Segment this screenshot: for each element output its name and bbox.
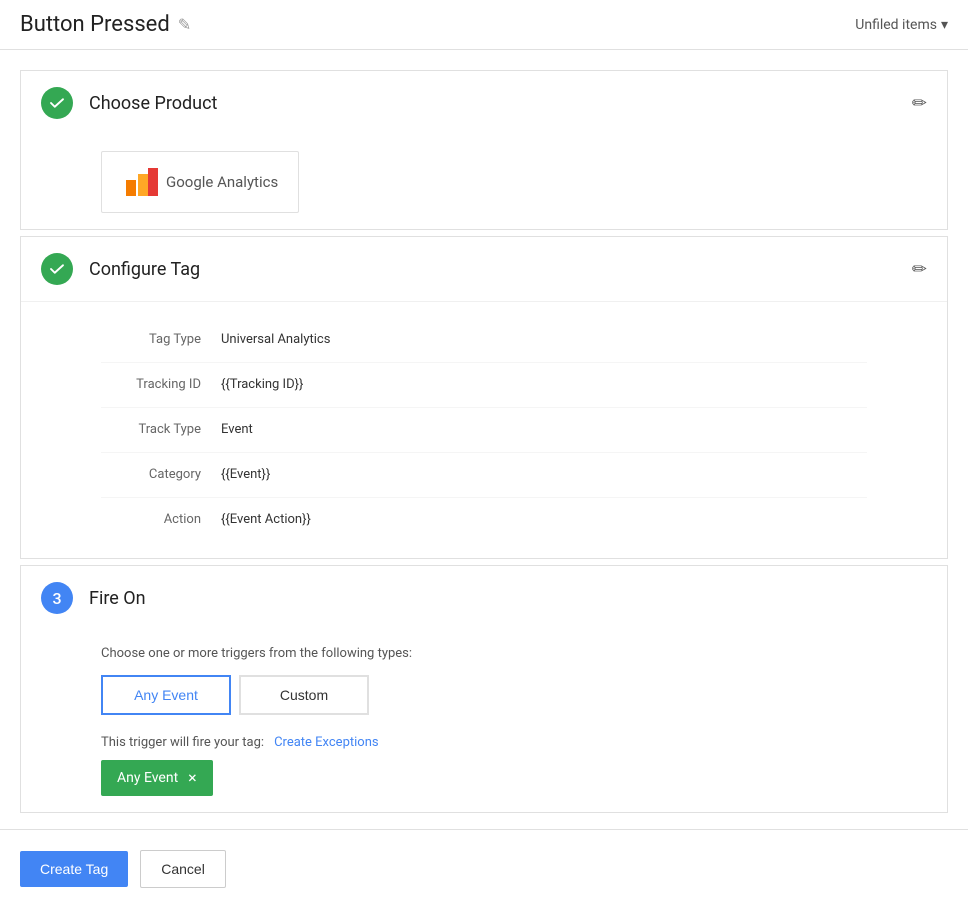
config-label-tracking-id: Tracking ID (101, 373, 221, 397)
config-value-category: {{Event}} (221, 463, 270, 487)
google-analytics-product-card: Google Analytics (101, 151, 299, 213)
badge-close-icon[interactable]: × (188, 770, 197, 786)
title-edit-icon[interactable]: ✎ (178, 15, 191, 34)
config-label-tag-type: Tag Type (101, 328, 221, 352)
choose-product-title: Choose Product (89, 93, 927, 114)
step3-number-text: 3 (52, 589, 61, 608)
ga-logo-icon (122, 164, 158, 200)
step2-check-icon (41, 253, 73, 285)
config-value-action: {{Event Action}} (221, 508, 311, 532)
trigger-buttons-group: Any Event Custom (101, 675, 867, 715)
top-bar: Button Pressed ✎ Unfiled items ▾ (0, 0, 968, 50)
choose-product-header: Choose Product ✏ (21, 71, 947, 135)
config-row-track-type: Track Type Event (101, 408, 867, 453)
chevron-down-icon: ▾ (941, 17, 948, 33)
create-tag-button[interactable]: Create Tag (20, 851, 128, 887)
configure-tag-title: Configure Tag (89, 259, 927, 280)
fire-on-body: Choose one or more triggers from the fol… (21, 630, 947, 812)
configure-tag-body: Tag Type Universal Analytics Tracking ID… (21, 302, 947, 558)
config-row-category: Category {{Event}} (101, 453, 867, 498)
config-label-category: Category (101, 463, 221, 487)
step3-number-icon: 3 (41, 582, 73, 614)
ga-google-text: Google (166, 173, 217, 191)
choose-product-edit-icon[interactable]: ✏ (912, 93, 927, 114)
trigger-will-fire-row: This trigger will fire your tag: Create … (101, 735, 867, 750)
config-value-tag-type: Universal Analytics (221, 328, 330, 352)
trigger-will-fire-label: This trigger will fire your tag: (101, 735, 264, 750)
choose-product-section: Choose Product ✏ (20, 70, 948, 230)
create-exceptions-link[interactable]: Create Exceptions (274, 735, 379, 750)
ga-analytics-text: Analytics (217, 173, 278, 191)
sections-wrapper: Choose Product ✏ (0, 70, 968, 813)
config-label-action: Action (101, 508, 221, 532)
config-row-action: Action {{Event Action}} (101, 498, 867, 542)
config-value-tracking-id: {{Tracking ID}} (221, 373, 303, 397)
fire-on-title: Fire On (89, 588, 927, 609)
config-label-track-type: Track Type (101, 418, 221, 442)
title-text: Button Pressed (20, 12, 170, 37)
cancel-button[interactable]: Cancel (140, 850, 226, 888)
configure-tag-header: Configure Tag ✏ (21, 237, 947, 302)
any-event-badge-label: Any Event (117, 770, 178, 786)
step1-check-icon (41, 87, 73, 119)
page-wrapper: Button Pressed ✎ Unfiled items ▾ Choose … (0, 0, 968, 908)
configure-tag-edit-icon[interactable]: ✏ (912, 259, 927, 280)
unfiled-label: Unfiled items (855, 17, 937, 33)
config-value-track-type: Event (221, 418, 253, 442)
config-row-tracking-id: Tracking ID {{Tracking ID}} (101, 363, 867, 408)
config-row-tag-type: Tag Type Universal Analytics (101, 318, 867, 363)
any-event-trigger-button[interactable]: Any Event (101, 675, 231, 715)
ga-product-name: Google Analytics (166, 173, 278, 191)
configure-tag-section: Configure Tag ✏ Tag Type Universal Analy… (20, 236, 948, 559)
fire-on-section: 3 Fire On Choose one or more triggers fr… (20, 565, 948, 813)
page-title: Button Pressed ✎ (20, 12, 191, 37)
bottom-bar: Create Tag Cancel (0, 829, 968, 908)
unfiled-items-button[interactable]: Unfiled items ▾ (855, 17, 948, 33)
any-event-badge: Any Event × (101, 760, 213, 796)
choose-product-body: Google Analytics (21, 135, 947, 229)
fire-on-header: 3 Fire On (21, 566, 947, 630)
custom-trigger-button[interactable]: Custom (239, 675, 369, 715)
fire-on-description: Choose one or more triggers from the fol… (101, 646, 867, 661)
